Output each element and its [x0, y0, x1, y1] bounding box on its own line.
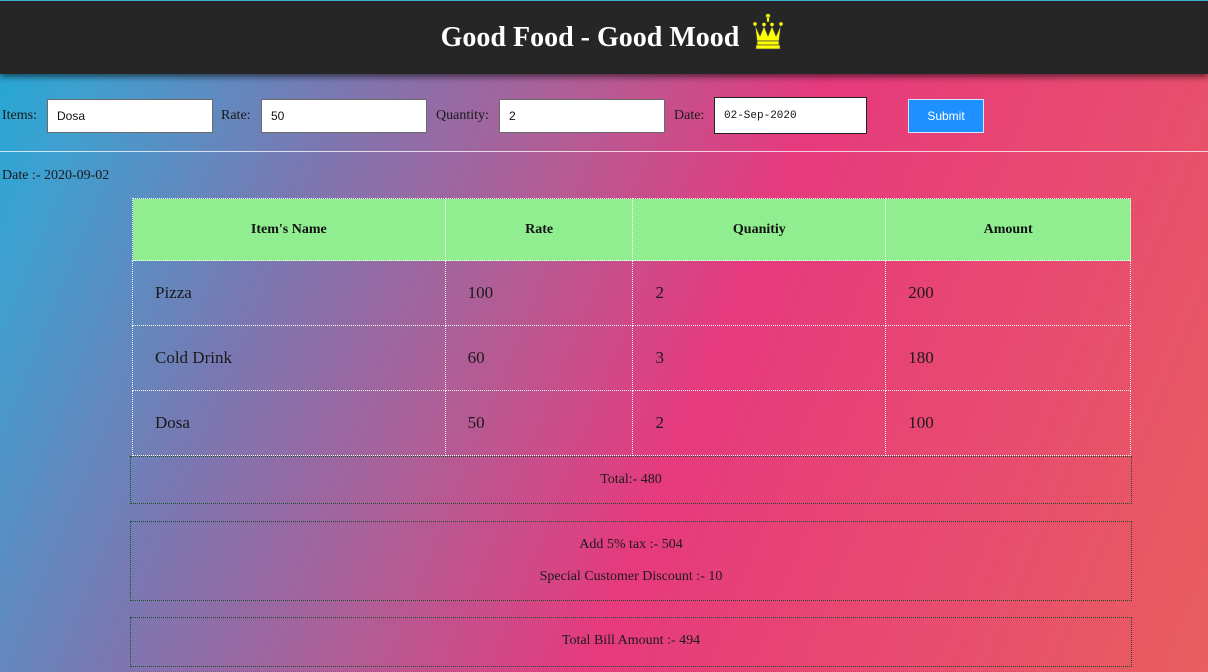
cell-rate: 50 [444, 390, 634, 456]
tax-text: Add 5% tax :- 504 [579, 537, 683, 552]
header-quantity: Quanitiy [632, 198, 887, 261]
cell-quantity: 3 [632, 325, 887, 391]
grand-total-text: Total Bill Amount :- 494 [561, 633, 701, 648]
bill-table: Item's Name Rate Quanitiy Amount Pizza 1… [132, 198, 1131, 456]
rate-label: Rate: [221, 108, 251, 123]
order-form: Items: Rate: Quantity: Date: Submit [0, 96, 1208, 136]
grand-total-box: Total Bill Amount :- 494 [130, 617, 1132, 667]
cell-amount: 180 [885, 325, 1131, 391]
header-item-name: Item's Name [132, 198, 446, 261]
items-label: Items: [2, 108, 37, 123]
table-row: Pizza 100 2 200 [132, 260, 1131, 326]
cell-item-name: Cold Drink [132, 325, 446, 391]
items-input[interactable] [47, 99, 213, 133]
total-box: Total:- 480 [130, 456, 1132, 504]
app-header: Good Food - Good Mood [0, 0, 1208, 74]
divider [0, 151, 1208, 152]
quantity-label: Quantity: [436, 108, 489, 123]
table-header-row: Item's Name Rate Quanitiy Amount [132, 198, 1131, 261]
cell-quantity: 2 [632, 260, 887, 326]
quantity-input[interactable] [499, 99, 665, 133]
title-text: Good Food - Good Mood [440, 21, 740, 53]
date-label: Date: [674, 108, 705, 123]
cell-rate: 100 [444, 260, 634, 326]
table-row: Cold Drink 60 3 180 [132, 325, 1131, 391]
total-text: Total:- 480 [600, 472, 662, 487]
cell-item-name: Dosa [132, 390, 446, 456]
cell-rate: 60 [444, 325, 634, 391]
rate-input[interactable] [261, 99, 427, 133]
table-row: Dosa 50 2 100 [132, 390, 1131, 456]
date-input[interactable] [714, 97, 867, 134]
crown-icon [751, 12, 785, 52]
cell-amount: 100 [885, 390, 1131, 456]
cell-item-name: Pizza [132, 260, 446, 326]
tax-box: Add 5% tax :- 504 Special Customer Disco… [130, 521, 1132, 601]
header-rate: Rate [444, 198, 634, 261]
discount-text: Special Customer Discount :- 10 [539, 569, 723, 584]
submit-button[interactable]: Submit [908, 99, 984, 133]
page-title: Good Food - Good Mood [440, 12, 786, 54]
cell-quantity: 2 [632, 390, 887, 456]
cell-amount: 200 [885, 260, 1131, 326]
header-amount: Amount [885, 198, 1131, 261]
bill-date: Date :- 2020-09-02 [2, 168, 110, 183]
